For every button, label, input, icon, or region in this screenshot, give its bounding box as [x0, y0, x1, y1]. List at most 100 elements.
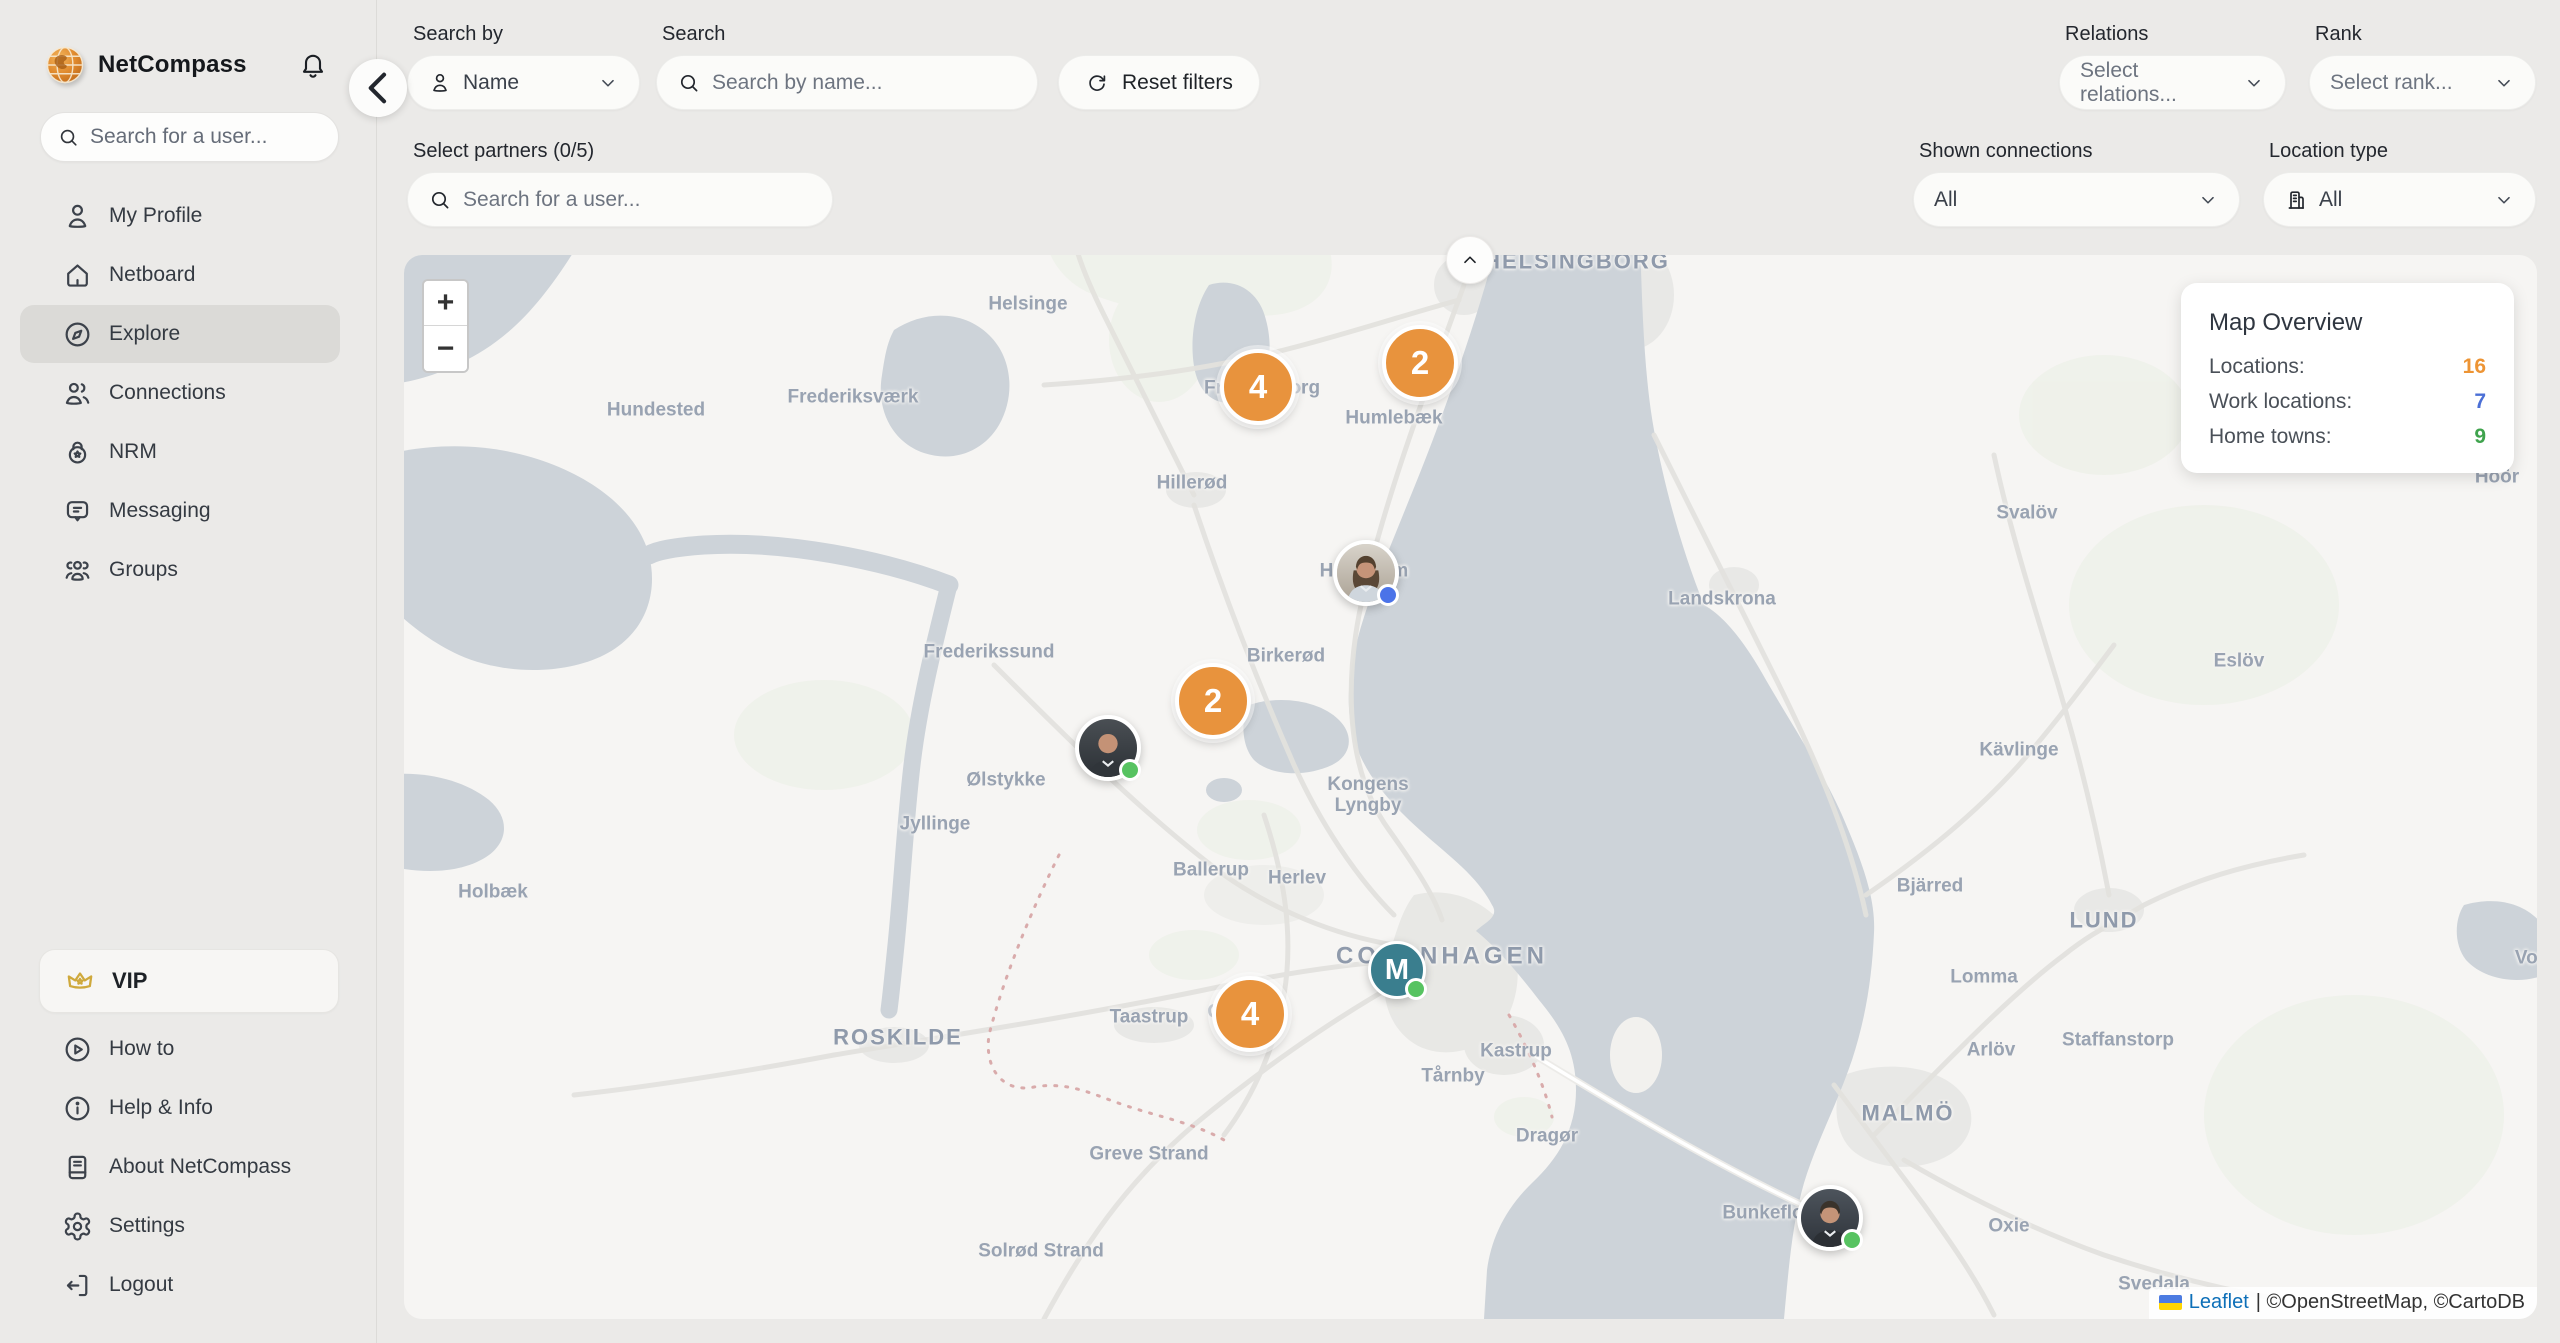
sidebar-item-nrm[interactable]: NRM: [20, 423, 340, 481]
sidebar-item-label: Explore: [109, 322, 180, 346]
location-type-badge: [1405, 978, 1427, 1000]
sidebar-item-messaging[interactable]: Messaging: [20, 482, 340, 540]
select-partners-label: Select partners (0/5): [413, 139, 833, 163]
search-icon: [428, 188, 452, 212]
sidebar-collapse-button[interactable]: [349, 59, 407, 117]
overview-row: Work locations:7: [2209, 390, 2486, 414]
user-avatar-marker[interactable]: [1333, 540, 1399, 606]
building-icon: [2284, 188, 2308, 212]
location-type-badge: [1377, 584, 1399, 606]
sidebar-item-how-to[interactable]: How to: [20, 1020, 340, 1078]
sidebar-item-settings[interactable]: Settings: [20, 1197, 340, 1255]
sidebar-item-label: NRM: [109, 440, 157, 464]
sidebar-item-label: My Profile: [109, 204, 202, 228]
map[interactable]: HELSINGBORGHelsingeFredensborgFrederiksv…: [404, 255, 2537, 1319]
zoom-out-button[interactable]: −: [424, 326, 467, 371]
overview-row: Home towns: 9: [2209, 425, 2486, 449]
sidebar-item-label: Connections: [109, 381, 226, 405]
sidebar-item-about-netcompass[interactable]: About NetCompass: [20, 1138, 340, 1196]
search-by-label: Search by: [413, 22, 640, 46]
sidebar-item-connections[interactable]: Connections: [20, 364, 340, 422]
ukraine-flag-icon: [2159, 1295, 2182, 1310]
sidebar-item-label: Messaging: [109, 499, 211, 523]
nrm-icon: [62, 437, 93, 468]
sidebar-item-groups[interactable]: Groups: [20, 541, 340, 599]
sidebar-item-label: Settings: [109, 1214, 185, 1238]
leaflet-link[interactable]: Leaflet: [2189, 1291, 2249, 1314]
search-by-select[interactable]: Name: [407, 55, 640, 110]
user-avatar-marker[interactable]: [1075, 715, 1141, 781]
shown-connections-value: All: [1934, 188, 1957, 212]
chevron-down-icon: [2493, 189, 2515, 211]
user-avatar-marker[interactable]: [1797, 1185, 1863, 1251]
reset-filters-label: Reset filters: [1122, 71, 1233, 95]
sidebar-footer-menu: How to Help & Info About NetCompass Setting…: [0, 1019, 376, 1315]
shown-connections-select[interactable]: All: [1913, 172, 2240, 227]
info-icon: [62, 1093, 93, 1124]
sidebar-item-label: Groups: [109, 558, 178, 582]
logo-row: NetCompass: [0, 0, 376, 86]
partner-search-field[interactable]: [407, 172, 833, 227]
messaging-icon: [62, 496, 93, 527]
zoom-in-button[interactable]: +: [424, 281, 467, 326]
map-collapse-button[interactable]: [1446, 236, 1494, 284]
vip-label: VIP: [112, 968, 147, 994]
crown-icon: [64, 965, 96, 997]
relations-placeholder: Select relations...: [2080, 59, 2232, 107]
partner-search-input[interactable]: [463, 188, 812, 212]
groups-icon: [62, 555, 93, 586]
shown-connections-label: Shown connections: [1919, 139, 2240, 163]
connections-icon: [62, 378, 93, 409]
location-type-value: All: [2319, 188, 2342, 212]
sidebar-user-search[interactable]: [40, 112, 339, 162]
netcompass-logo-icon: [44, 44, 86, 86]
reset-filters-button[interactable]: Reset filters: [1058, 55, 1260, 110]
chevron-down-icon: [597, 72, 619, 94]
chevron-down-icon: [2493, 72, 2515, 94]
notifications-bell-icon[interactable]: [298, 50, 328, 80]
sidebar-search-input[interactable]: [90, 125, 322, 149]
overview-row-value: 16: [2463, 355, 2486, 379]
sidebar-item-help-info[interactable]: Help & Info: [20, 1079, 340, 1137]
map-overview-title: Map Overview: [2209, 309, 2486, 337]
cluster-marker[interactable]: 2: [1382, 325, 1458, 401]
home-icon: [62, 260, 93, 291]
map-attribution: Leaflet | ©OpenStreetMap, ©CartoDB: [2149, 1287, 2537, 1319]
sidebar-item-my-profile[interactable]: My Profile: [20, 187, 340, 245]
sidebar-menu: My Profile Netboard Explore Connections NRM M…: [0, 186, 376, 600]
filter-bar: Search by Name Search Reset filters: [378, 0, 2560, 227]
search-icon: [57, 126, 80, 149]
rank-select[interactable]: Select rank...: [2309, 55, 2536, 110]
chevron-down-icon: [2243, 72, 2265, 94]
user-icon: [62, 201, 93, 232]
play-icon: [62, 1034, 93, 1065]
cluster-marker[interactable]: 2: [1175, 663, 1251, 739]
sidebar-item-explore[interactable]: Explore: [20, 305, 340, 363]
sidebar-item-netboard[interactable]: Netboard: [20, 246, 340, 304]
overview-row-value: 7: [2474, 390, 2486, 414]
chevron-left-icon: [349, 59, 407, 117]
sidebar-item-label: About NetCompass: [109, 1155, 291, 1179]
rank-label: Rank: [2315, 22, 2536, 46]
initial-avatar-marker[interactable]: M: [1368, 941, 1426, 999]
name-search-input[interactable]: [712, 71, 1017, 95]
overview-row-label: Home towns:: [2209, 425, 2332, 449]
compass-icon: [62, 319, 93, 350]
sidebar-item-vip[interactable]: VIP: [39, 949, 339, 1013]
search-icon: [677, 71, 701, 95]
cluster-marker[interactable]: 4: [1220, 349, 1296, 425]
overview-row: Locations:16: [2209, 355, 2486, 379]
sidebar-item-label: Help & Info: [109, 1096, 213, 1120]
sidebar-item-logout[interactable]: Logout: [20, 1256, 340, 1314]
overview-row-value: 9: [2474, 425, 2486, 449]
search-label: Search: [662, 22, 1038, 46]
book-icon: [62, 1152, 93, 1183]
search-by-value: Name: [463, 71, 519, 95]
location-type-select[interactable]: All: [2263, 172, 2536, 227]
chevron-up-icon: [1459, 249, 1481, 271]
gear-icon: [62, 1211, 93, 1242]
cluster-marker[interactable]: 4: [1212, 976, 1288, 1052]
name-search-field[interactable]: [656, 55, 1038, 110]
relations-select[interactable]: Select relations...: [2059, 55, 2286, 110]
person-icon: [428, 71, 452, 95]
